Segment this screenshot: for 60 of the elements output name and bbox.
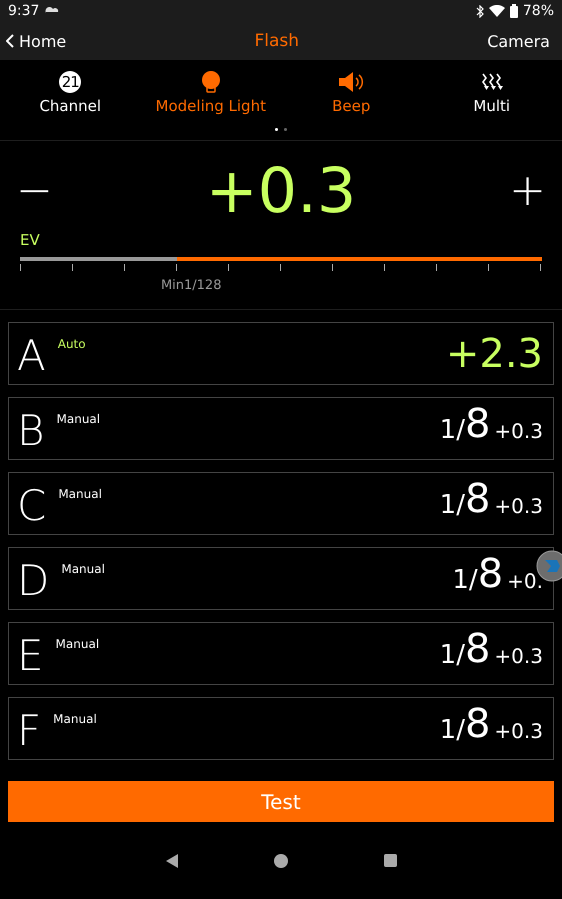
mode-label: Manual bbox=[61, 562, 105, 576]
bluetooth-icon bbox=[476, 4, 484, 18]
bulb-icon bbox=[200, 71, 221, 93]
battery-percent: 78% bbox=[522, 3, 554, 19]
power-fraction: 1/ bbox=[440, 490, 465, 520]
group-row[interactable]: E Manual 1/8+0.3 bbox=[8, 622, 554, 685]
power-value: 8 bbox=[464, 626, 490, 672]
recents-nav-icon[interactable] bbox=[384, 854, 396, 867]
camera-button[interactable]: Camera bbox=[487, 32, 550, 50]
power-value: 8 bbox=[464, 701, 490, 747]
tab[interactable]: Multi bbox=[422, 70, 562, 128]
group-row[interactable]: A Auto +2.3 bbox=[8, 322, 554, 385]
increase-button[interactable]: + bbox=[505, 169, 550, 213]
ev-slider[interactable] bbox=[20, 257, 542, 261]
mode-label: Manual bbox=[53, 712, 97, 726]
group-letter: C bbox=[17, 480, 46, 532]
tab[interactable]: Beep bbox=[281, 70, 422, 128]
compensation-value: +0.3 bbox=[494, 419, 543, 443]
mode-label: Manual bbox=[56, 412, 100, 426]
home-nav-icon[interactable] bbox=[274, 854, 288, 868]
group-letter: A bbox=[17, 330, 46, 382]
power-fraction: 1/ bbox=[452, 565, 478, 595]
group-row[interactable]: F Manual 1/8+0.3 bbox=[8, 697, 554, 760]
status-time: 9:37 bbox=[8, 3, 40, 19]
power-value: 8 bbox=[464, 401, 490, 447]
group-letter: B bbox=[17, 405, 45, 457]
ev-value: +0.3 bbox=[206, 153, 356, 229]
group-letter: F bbox=[17, 705, 42, 757]
decrease-button[interactable]: − bbox=[12, 169, 57, 213]
power-value: 8 bbox=[464, 476, 490, 522]
chevron-icon bbox=[6, 34, 14, 48]
compensation-value: +2.3 bbox=[446, 330, 543, 376]
min-label: Min1/128 bbox=[160, 278, 222, 293]
group-row[interactable]: C Manual 1/8+0.3 bbox=[8, 472, 554, 535]
mode-label: Manual bbox=[58, 487, 102, 501]
ev-label: EV bbox=[20, 231, 41, 249]
mode-label: Manual bbox=[56, 637, 100, 651]
back-button[interactable]: Home bbox=[6, 32, 66, 50]
power-fraction: 1/ bbox=[440, 415, 465, 445]
group-row[interactable]: B Manual 1/8+0.3 bbox=[8, 397, 554, 460]
wifi-icon bbox=[488, 5, 505, 17]
multi-flash-icon bbox=[480, 73, 503, 91]
group-letter: D bbox=[17, 555, 50, 607]
compensation-value: +0.3 bbox=[494, 644, 543, 668]
compensation-value: +0.3 bbox=[494, 719, 543, 743]
tab[interactable]: 21 Channel bbox=[0, 70, 140, 128]
channel-badge: 21 bbox=[59, 71, 82, 93]
power-value: 8 bbox=[478, 551, 504, 597]
compensation-value: +0.3 bbox=[494, 494, 543, 518]
speaker-icon bbox=[338, 72, 364, 92]
power-fraction: 1/ bbox=[440, 640, 465, 670]
compensation-value: +0. bbox=[507, 569, 543, 593]
tab[interactable]: Modeling Light bbox=[140, 70, 281, 128]
battery-icon bbox=[510, 4, 518, 18]
power-fraction: 1/ bbox=[440, 715, 465, 745]
mode-label: Auto bbox=[58, 337, 86, 351]
screen-title: Flash bbox=[254, 31, 299, 51]
back-nav-icon[interactable] bbox=[166, 854, 178, 868]
group-row[interactable]: D Manual 1/8+0. bbox=[8, 547, 554, 610]
group-letter: E bbox=[17, 630, 44, 682]
